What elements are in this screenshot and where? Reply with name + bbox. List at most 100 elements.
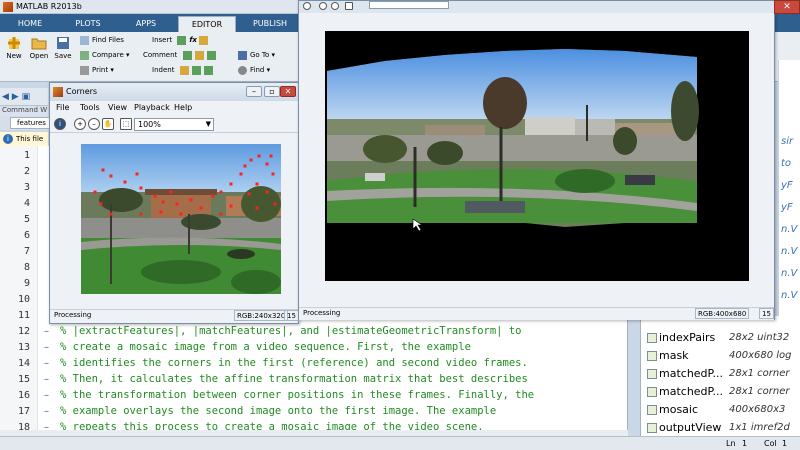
workspace-variable-row[interactable]: indexPairs 28x2 uint32 — [641, 330, 800, 346]
variable-name: mosaic — [659, 403, 699, 416]
print-button[interactable]: Print ▾ — [80, 65, 114, 76]
corners-status-resolution: RGB:240x320 — [234, 310, 289, 321]
open-icon — [31, 38, 47, 50]
go-to-button[interactable]: Go To ▾ — [238, 50, 275, 61]
corners-figure-window[interactable]: Corners – ▫ ✕ File Tools View Playback H… — [49, 82, 299, 324]
workspace-value-fragment: to — [781, 158, 792, 169]
corner-marker — [249, 158, 253, 162]
code-fold-marker: – — [44, 406, 49, 417]
code-line[interactable]: % the transformation between corner posi… — [60, 389, 534, 401]
line-number: 4 — [23, 198, 30, 209]
corner-marker — [169, 190, 173, 194]
nav-arrows[interactable]: ◀ ▶ ▣ — [0, 88, 48, 106]
code-line[interactable]: % example overlays the second image onto… — [60, 405, 496, 417]
zoom-out-icon[interactable]: – — [88, 118, 100, 130]
tab-editor[interactable]: EDITOR — [178, 16, 236, 32]
compare-button[interactable]: Compare ▾ — [80, 50, 130, 61]
code-line[interactable]: % Then, it calculates the affine transfo… — [60, 373, 528, 385]
indent-button[interactable]: Indent — [152, 65, 216, 76]
menu-tools[interactable]: Tools — [80, 103, 100, 112]
zoom-in-icon[interactable] — [319, 2, 327, 10]
line-number: 2 — [23, 166, 30, 177]
code-fold-marker: – — [44, 358, 49, 369]
variable-icon — [647, 333, 657, 343]
pan-icon[interactable]: ✋ — [102, 118, 114, 130]
line-number: 8 — [23, 262, 30, 273]
workspace-variable-row[interactable]: matchedP... 28x1 corner — [641, 384, 800, 400]
comment-button[interactable]: Comment — [143, 50, 219, 61]
corners-status-bar: Processing RGB:240x320 15 — [50, 309, 299, 321]
info-icon[interactable] — [303, 2, 311, 10]
corner-marker — [265, 162, 269, 166]
variable-name: outputView — [659, 421, 722, 434]
save-icon — [57, 37, 69, 49]
corner-marker — [199, 206, 203, 210]
fit-icon[interactable]: ⬚ — [120, 118, 132, 130]
zoom-in-icon[interactable]: + — [74, 118, 86, 130]
open-button[interactable]: Open — [28, 36, 50, 60]
new-button[interactable]: New — [4, 36, 24, 60]
code-fold-marker: – — [44, 342, 49, 353]
corner-marker — [257, 154, 261, 158]
command-window-label: Command W — [0, 106, 48, 116]
find-files-button[interactable]: Find Files — [80, 35, 124, 46]
code-line[interactable]: % |extractFeatures|, |matchFeatures|, an… — [60, 325, 521, 337]
zoom-out-icon[interactable] — [331, 2, 339, 10]
workspace-variable-row[interactable]: outputView 1x1 imref2d — [641, 420, 800, 436]
code-fold-marker: – — [44, 374, 49, 385]
workspace-variable-row[interactable]: matchedP... 28x1 corner — [641, 366, 800, 382]
corners-title-bar[interactable]: Corners – ▫ ✕ — [50, 83, 298, 101]
line-number: 10 — [17, 294, 30, 305]
line-number: 12 — [17, 326, 30, 337]
menu-playback[interactable]: Playback — [134, 103, 170, 112]
maximize-button[interactable]: ▫ — [264, 86, 280, 97]
mosaic-status-text: Processing — [303, 309, 341, 317]
tab-publish[interactable]: PUBLISH — [242, 16, 298, 32]
tab-home[interactable]: HOME — [4, 16, 56, 32]
line-number: 16 — [17, 390, 30, 401]
corner-marker — [159, 210, 163, 214]
pan-icon[interactable] — [345, 2, 353, 10]
line-number: 5 — [23, 214, 30, 225]
matlab-logo-icon — [3, 2, 13, 12]
find-button[interactable]: Find ▾ — [238, 65, 270, 76]
mosaic-status-frame: 15 — [759, 308, 774, 319]
corner-marker — [265, 190, 269, 194]
mosaic-scene — [327, 49, 699, 232]
close-button[interactable]: ✕ — [280, 86, 296, 97]
workspace-value-fragment: n.V — [781, 290, 798, 301]
zoom-select[interactable]: 100% ▼ — [134, 118, 214, 131]
line-number: 7 — [23, 246, 30, 257]
info-icon[interactable]: i — [54, 118, 66, 130]
corner-marker — [153, 194, 157, 198]
workspace-variable-row[interactable]: mosaic 400x680x3 — [641, 402, 800, 418]
mosaic-figure-window[interactable]: Processing RGB:400x680 15 — [298, 0, 775, 320]
workspace-variable-row[interactable]: mask 400x680 log — [641, 348, 800, 364]
menu-help[interactable]: Help — [174, 103, 192, 112]
corners-menu-bar: File Tools View Playback Help — [50, 101, 298, 115]
tab-apps[interactable]: APPS — [120, 16, 172, 32]
variable-name: matchedP... — [659, 367, 723, 380]
variable-value: 1x1 imref2d — [729, 422, 790, 433]
corners-video-frame — [81, 144, 281, 294]
variable-value: 400x680x3 — [729, 404, 786, 415]
code-line[interactable]: % identifies the corners in the first (r… — [60, 357, 528, 369]
minimize-button[interactable]: – — [246, 86, 262, 97]
menu-view[interactable]: View — [108, 103, 127, 112]
corner-marker — [243, 164, 247, 168]
main-close-button[interactable]: ✕ — [774, 0, 800, 14]
corner-marker — [101, 168, 105, 172]
doc-tab-features[interactable]: features — [10, 117, 50, 129]
corner-marker — [161, 200, 165, 204]
workspace-value-fragment: n.V — [781, 224, 798, 235]
tab-plots[interactable]: PLOTS — [62, 16, 114, 32]
save-button[interactable]: Save — [52, 36, 74, 60]
insert-button[interactable]: Insert fx — [152, 35, 211, 46]
mosaic-zoom-select[interactable] — [369, 1, 449, 9]
line-number: 6 — [23, 230, 30, 241]
mosaic-canvas — [325, 31, 749, 281]
corner-marker — [109, 212, 113, 216]
menu-file[interactable]: File — [56, 103, 69, 112]
code-line[interactable]: % create a mosaic image from a video seq… — [60, 341, 471, 353]
variable-value: 28x1 corner — [729, 368, 790, 379]
